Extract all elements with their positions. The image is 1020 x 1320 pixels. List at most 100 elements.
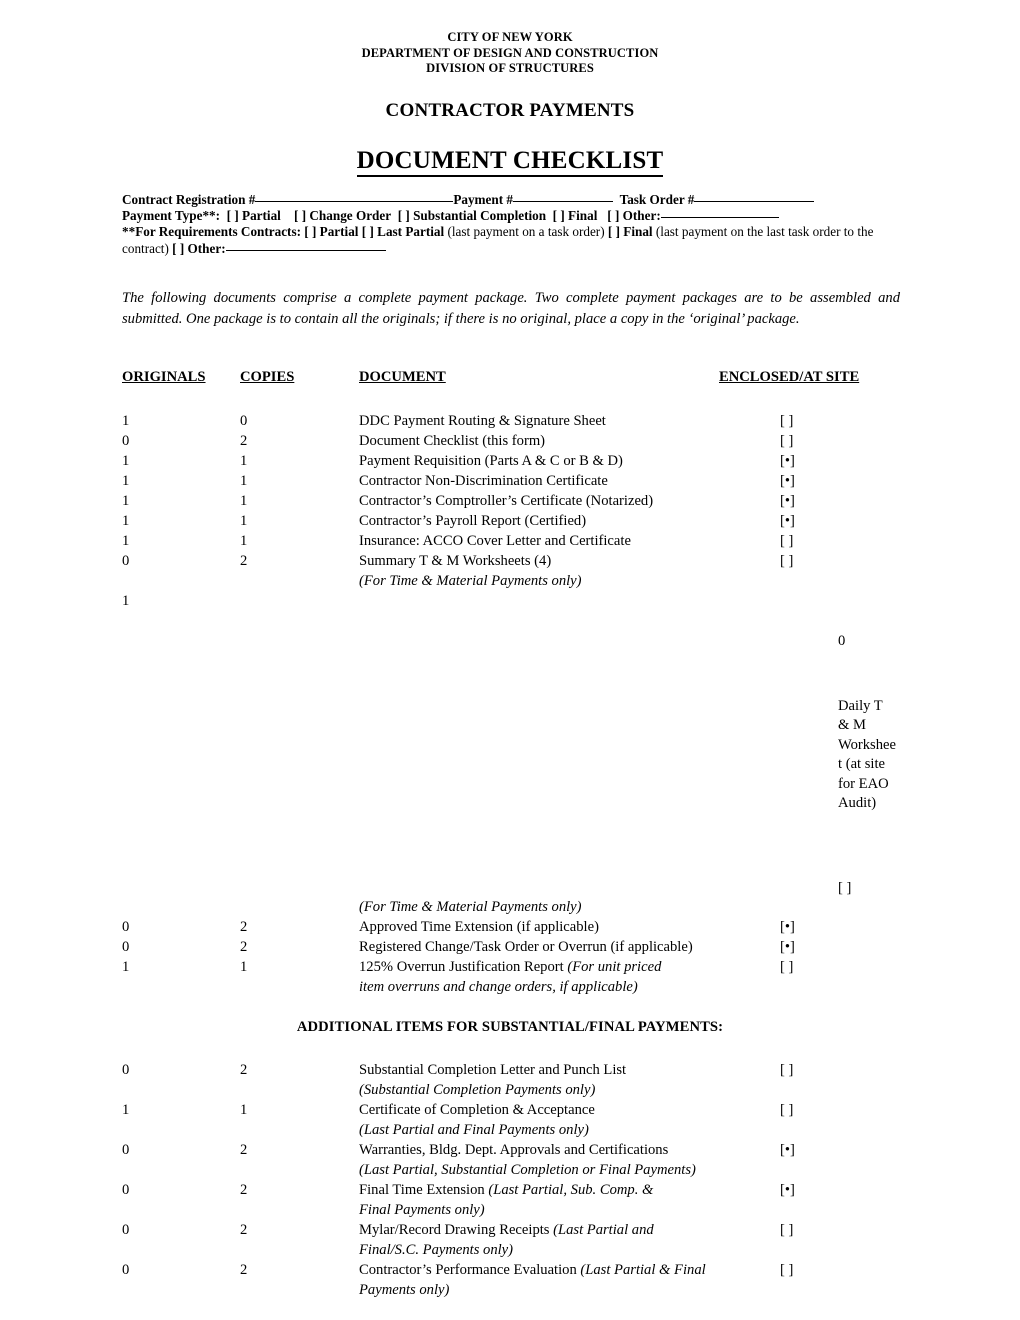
cell-originals: 0 bbox=[122, 1142, 130, 1158]
table-row: 0 2 Mylar/Record Drawing Receipts (Last … bbox=[0, 1221, 1020, 1241]
column-header-document: DOCUMENT bbox=[359, 369, 446, 385]
agency-line-department: DEPARTMENT OF DESIGN AND CONSTRUCTION bbox=[361, 45, 659, 60]
cell-document-text: 125% Overrun Justification Report bbox=[359, 959, 568, 975]
checkbox-final[interactable]: [ ] Final bbox=[553, 208, 598, 223]
cell-enclosed-checkbox[interactable]: [ ] bbox=[780, 957, 840, 977]
document-note: item overruns and change orders, if appl… bbox=[359, 979, 638, 995]
checkbox-req-partial[interactable]: [ ] Partial bbox=[304, 224, 358, 239]
table-row: 0 2 Registered Change/Task Order or Over… bbox=[0, 937, 1020, 957]
table-row: 0 2 Approved Time Extension (if applicab… bbox=[0, 917, 1020, 937]
table-row-note: Payments only) bbox=[0, 1281, 1020, 1301]
cell-enclosed-checkbox[interactable]: [•] bbox=[780, 451, 840, 471]
cell-originals: 0 bbox=[122, 553, 130, 569]
payment-type-other-input[interactable] bbox=[660, 217, 779, 219]
cell-copies: 0 bbox=[240, 413, 248, 429]
narrow-column-document: Daily T & M Worksheet (at site for EAO A… bbox=[838, 698, 896, 812]
cell-enclosed-checkbox[interactable]: [•] bbox=[780, 1181, 840, 1201]
checkbox-req-other[interactable]: [ ] Other: bbox=[172, 241, 225, 256]
cell-document: DDC Payment Routing & Signature Sheet bbox=[359, 413, 606, 429]
narrow-column-enclosed-checkbox[interactable]: [ ] bbox=[838, 879, 896, 898]
cell-document-italic: (Last Partial, Sub. Comp. & bbox=[488, 1182, 654, 1198]
table-row: 0 2 Document Checklist (this form) [ ] bbox=[0, 431, 1020, 451]
checkbox-partial[interactable]: [ ] Partial bbox=[227, 208, 281, 223]
contract-registration-input[interactable] bbox=[255, 201, 454, 202]
cell-originals: 0 bbox=[122, 1222, 130, 1238]
payment-number-input[interactable] bbox=[513, 201, 614, 202]
cell-document: Insurance: ACCO Cover Letter and Certifi… bbox=[359, 533, 631, 549]
cell-copies: 2 bbox=[240, 553, 248, 569]
cell-document-text: Final Time Extension bbox=[359, 1182, 489, 1198]
cell-document: Contractor’s Performance Evaluation (Las… bbox=[359, 1261, 759, 1281]
cell-copies: 2 bbox=[240, 1222, 248, 1238]
cell-enclosed-checkbox[interactable]: [•] bbox=[780, 491, 840, 511]
table-header: ORIGINALS COPIES DOCUMENT ENCLOSED/AT SI… bbox=[0, 369, 1020, 389]
cell-enclosed-checkbox[interactable]: [ ] bbox=[780, 551, 840, 571]
cell-document: Final Time Extension (Last Partial, Sub.… bbox=[359, 1181, 759, 1201]
table-row: 1 1 125% Overrun Justification Report (F… bbox=[0, 957, 1020, 977]
column-header-copies: COPIES bbox=[240, 369, 295, 385]
cell-enclosed-checkbox[interactable]: [ ] bbox=[780, 1101, 840, 1121]
cell-document: Approved Time Extension (if applicable) bbox=[359, 919, 599, 935]
table-row-orphan-original: 1 bbox=[0, 591, 1020, 611]
requirements-contracts-line: **For Requirements Contracts: [ ] Partia… bbox=[122, 224, 892, 256]
cell-enclosed-checkbox[interactable]: [ ] bbox=[780, 411, 840, 431]
table-row: 0 2 Final Time Extension (Last Partial, … bbox=[0, 1181, 1020, 1201]
table-body-continued: (For Time & Material Payments only) 0 2 … bbox=[0, 897, 1020, 997]
cell-originals: 0 bbox=[122, 919, 130, 935]
cell-document-italic: (Last Partial and bbox=[553, 1222, 654, 1238]
table-row: 1 1 Contractor Non-Discrimination Certif… bbox=[0, 471, 1020, 491]
cell-document: Warranties, Bldg. Dept. Approvals and Ce… bbox=[359, 1142, 669, 1158]
cell-copies: 2 bbox=[240, 1182, 248, 1198]
payment-type-line: Payment Type**: [ ] Partial [ ] Change O… bbox=[122, 208, 892, 224]
cell-enclosed-checkbox[interactable]: [ ] bbox=[780, 531, 840, 551]
checkbox-req-final[interactable]: [ ] Final bbox=[608, 224, 653, 239]
checkbox-other[interactable]: [ ] Other: bbox=[607, 208, 660, 223]
cell-enclosed-checkbox[interactable]: [•] bbox=[780, 937, 840, 957]
table-row-note: (Last Partial and Final Payments only) bbox=[0, 1121, 1020, 1141]
table-row-note: Final Payments only) bbox=[0, 1201, 1020, 1221]
cell-copies: 2 bbox=[240, 919, 248, 935]
agency-line-division: DIVISION OF STRUCTURES bbox=[426, 61, 594, 75]
cell-enclosed-checkbox[interactable]: [ ] bbox=[780, 1061, 840, 1081]
cell-enclosed-checkbox[interactable]: [ ] bbox=[780, 431, 840, 451]
cell-originals: 0 bbox=[122, 433, 130, 449]
cell-copies: 2 bbox=[240, 1142, 248, 1158]
cell-originals: 1 bbox=[122, 959, 130, 975]
cell-enclosed-checkbox[interactable]: [•] bbox=[780, 471, 840, 491]
cell-enclosed-checkbox[interactable]: [•] bbox=[780, 917, 840, 937]
cell-originals: 1 bbox=[122, 493, 130, 509]
document-note: Payments only) bbox=[359, 1282, 450, 1298]
cell-enclosed-checkbox[interactable]: [•] bbox=[780, 1141, 840, 1161]
cell-originals: 0 bbox=[122, 939, 130, 955]
cell-document: Payment Requisition (Parts A & C or B & … bbox=[359, 453, 623, 469]
table-row: 1 1 Contractor’s Payroll Report (Certifi… bbox=[0, 511, 1020, 531]
cell-originals: 1 bbox=[122, 453, 130, 469]
checkbox-change-order[interactable]: [ ] Change Order bbox=[294, 208, 391, 223]
cell-originals: 1 bbox=[122, 1102, 130, 1118]
document-note: (For Time & Material Payments only) bbox=[359, 573, 582, 589]
checkbox-substantial-completion[interactable]: [ ] Substantial Completion bbox=[398, 208, 546, 223]
document-note: Final Payments only) bbox=[359, 1202, 485, 1218]
task-order-input[interactable] bbox=[694, 201, 815, 202]
task-order-label: Task Order # bbox=[619, 192, 695, 207]
requirements-contracts-label: **For Requirements Contracts: bbox=[122, 224, 301, 240]
intro-paragraph: The following documents comprise a compl… bbox=[122, 290, 900, 327]
document-page: CITY OF NEW YORK DEPARTMENT OF DESIGN AN… bbox=[0, 0, 1020, 1320]
table-row-note: Final/S.C. Payments only) bbox=[0, 1241, 1020, 1261]
contract-registration-line: Contract Registration # Payment # Task Or… bbox=[122, 192, 892, 208]
table-row-note: (Substantial Completion Payments only) bbox=[0, 1081, 1020, 1101]
cell-originals: 0 bbox=[122, 1062, 130, 1078]
cell-enclosed-checkbox[interactable]: [•] bbox=[780, 511, 840, 531]
requirements-note-task-order: (last payment on a task order) bbox=[447, 224, 605, 240]
table-row: 1 1 Insurance: ACCO Cover Letter and Cer… bbox=[0, 531, 1020, 551]
checkbox-req-last-partial[interactable]: [ ] Last Partial bbox=[362, 224, 444, 239]
cell-originals: 1 bbox=[122, 533, 130, 549]
cell-copies: 1 bbox=[240, 1102, 248, 1118]
cell-enclosed-checkbox[interactable]: [ ] bbox=[780, 1261, 840, 1281]
requirements-other-input[interactable] bbox=[225, 249, 386, 251]
cell-originals: 1 bbox=[122, 473, 130, 489]
narrow-column-copies: 0 bbox=[838, 633, 846, 649]
cell-enclosed-checkbox[interactable]: [ ] bbox=[780, 1221, 840, 1241]
table-row-note: (Last Partial, Substantial Completion or… bbox=[0, 1161, 1020, 1181]
cell-copies: 1 bbox=[240, 453, 248, 469]
